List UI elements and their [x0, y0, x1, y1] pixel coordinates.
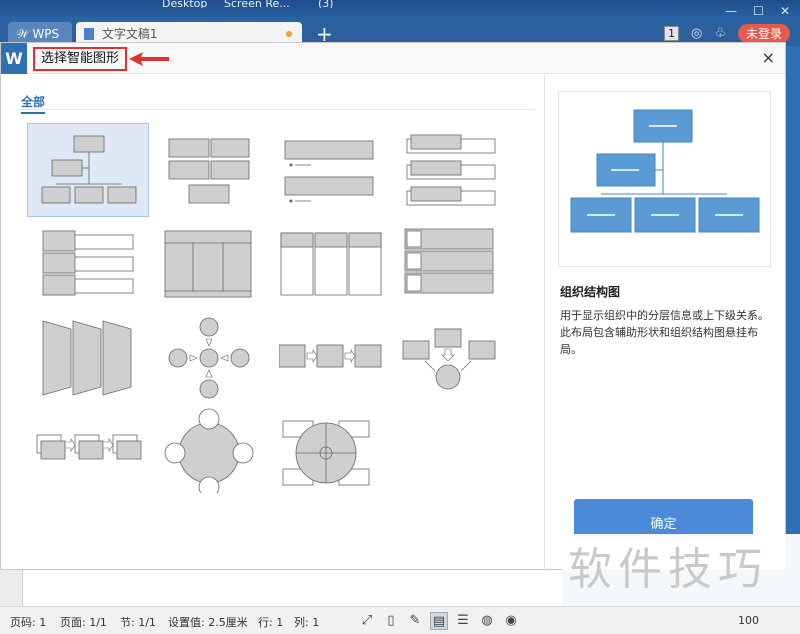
merge-arrows-thumbnail-icon [402, 328, 496, 390]
checklist-thumbnail-icon [404, 228, 494, 294]
window-count-badge[interactable]: 1 [663, 26, 679, 41]
thumbnail-center-circle[interactable] [153, 399, 275, 493]
thumbnail-cycle-center[interactable] [279, 399, 401, 493]
tab-document-label: 文字文稿1 [101, 27, 158, 41]
watermark-text: 软件技巧 [562, 534, 800, 606]
thumbnail-step-cards[interactable] [27, 399, 149, 493]
panel-separator [544, 75, 545, 570]
preview-description: 用于显示组织中的分层信息或上下级关系。此布局包含辅助形状和组织结构图悬挂布局。 [560, 309, 769, 356]
document-area[interactable] [0, 570, 562, 606]
cross-circles-thumbnail-icon [168, 317, 250, 399]
preview-image [558, 91, 771, 267]
thumbnail-arrow-process[interactable] [279, 311, 401, 405]
thumbnail-merge-arrows[interactable] [399, 311, 521, 405]
tab-wps-label: WPS [32, 27, 60, 41]
web-view-icon[interactable]: ◍ [478, 612, 496, 630]
thumbnail-tag-list[interactable] [399, 123, 521, 217]
status-section: 节: 1/1 [120, 616, 156, 629]
thumbnail-cross-circles[interactable] [153, 311, 275, 405]
desktop-taskbar: Desktop Screen Re... (3) — ☐ ✕ [0, 0, 800, 22]
thumbnail-trapezoid-columns[interactable] [27, 311, 149, 405]
status-page: 页面: 1/1 [60, 616, 107, 629]
document-icon [84, 28, 94, 40]
arrow-process-thumbnail-icon [279, 344, 382, 368]
close-dialog-button[interactable]: × [762, 48, 775, 67]
status-bar: 页码: 1 页面: 1/1 节: 1/1 设置值: 2.5厘米 行: 1 列: … [0, 606, 800, 634]
wps-writer-logo-icon: W [1, 43, 27, 74]
dialog-header: W 选择智能图形 × [1, 43, 785, 74]
org-chart-thumbnail-icon [41, 135, 137, 204]
thumbnail-column-table[interactable] [153, 221, 275, 315]
smart-art-dialog: W 选择智能图形 × 全部 组织结构图 用于显示组织中的分层信息或上下级关系。此… [0, 42, 786, 570]
thumbnail-org-chart[interactable] [27, 123, 149, 217]
thumbnail-bar-list[interactable] [279, 123, 401, 217]
desktop-item[interactable]: (3) [318, 0, 334, 8]
status-col: 列: 1 [294, 616, 320, 629]
block-grid-thumbnail-icon [168, 138, 250, 204]
eye-protect-icon[interactable]: ◉ [502, 612, 520, 630]
thumbnail-checklist[interactable] [399, 221, 521, 315]
read-mode-icon[interactable]: ▯ [382, 612, 400, 630]
column-table-thumbnail-icon [164, 230, 252, 298]
side-list-thumbnail-icon [42, 230, 134, 296]
org-chart-preview-icon [570, 109, 760, 233]
shirt-icon[interactable]: ♧ [714, 26, 726, 41]
dialog-title: 选择智能图形 [33, 47, 128, 71]
desktop-item[interactable]: Desktop [162, 0, 207, 8]
page-view-icon[interactable]: ▤ [430, 612, 448, 630]
edit-pen-icon[interactable]: ✎ [406, 612, 424, 630]
unsaved-dot-icon [286, 31, 292, 37]
red-arrow-icon [129, 52, 169, 66]
thumbnail-block-grid[interactable] [153, 123, 275, 217]
maximize-icon[interactable]: ☐ [753, 4, 764, 18]
wps-logo-icon: 𝒲 [16, 27, 33, 41]
zoom-level[interactable]: 100 [738, 614, 759, 627]
cycle-center-thumbnail-icon [282, 420, 370, 486]
thumbnail-card-columns[interactable] [279, 221, 401, 315]
close-window-icon[interactable]: ✕ [780, 4, 790, 18]
thumbnail-side-list[interactable] [27, 221, 149, 315]
login-button[interactable]: 未登录 [737, 24, 790, 43]
gallery-divider [15, 109, 535, 110]
fullscreen-icon[interactable]: ⤢ [358, 612, 376, 630]
document-page[interactable] [22, 570, 562, 606]
minimize-icon[interactable]: — [725, 4, 737, 18]
bar-list-thumbnail-icon [284, 140, 374, 203]
status-row: 行: 1 [258, 616, 284, 629]
confirm-button-label: 确定 [650, 517, 677, 532]
card-columns-thumbnail-icon [280, 232, 382, 296]
center-circle-thumbnail-icon [164, 408, 254, 493]
window-controls: — ☐ ✕ [725, 4, 790, 18]
confirm-button[interactable]: 确定 [574, 499, 753, 539]
status-setting: 设置值: 2.5厘米 [168, 616, 248, 629]
step-cards-thumbnail-icon [36, 434, 142, 460]
preview-title: 组织结构图 [560, 285, 621, 299]
tabbar-right-tools: 1 ◎ ♧ 未登录 [663, 24, 790, 43]
outline-view-icon[interactable]: ☰ [454, 612, 472, 630]
trapezoid-columns-thumbnail-icon [42, 320, 132, 396]
skin-icon[interactable]: ◎ [691, 26, 702, 41]
tag-list-thumbnail-icon [406, 134, 496, 206]
desktop-item[interactable]: Screen Re... [224, 0, 290, 8]
category-tab-all[interactable]: 全部 [21, 93, 46, 114]
status-page-code: 页码: 1 [10, 616, 47, 629]
